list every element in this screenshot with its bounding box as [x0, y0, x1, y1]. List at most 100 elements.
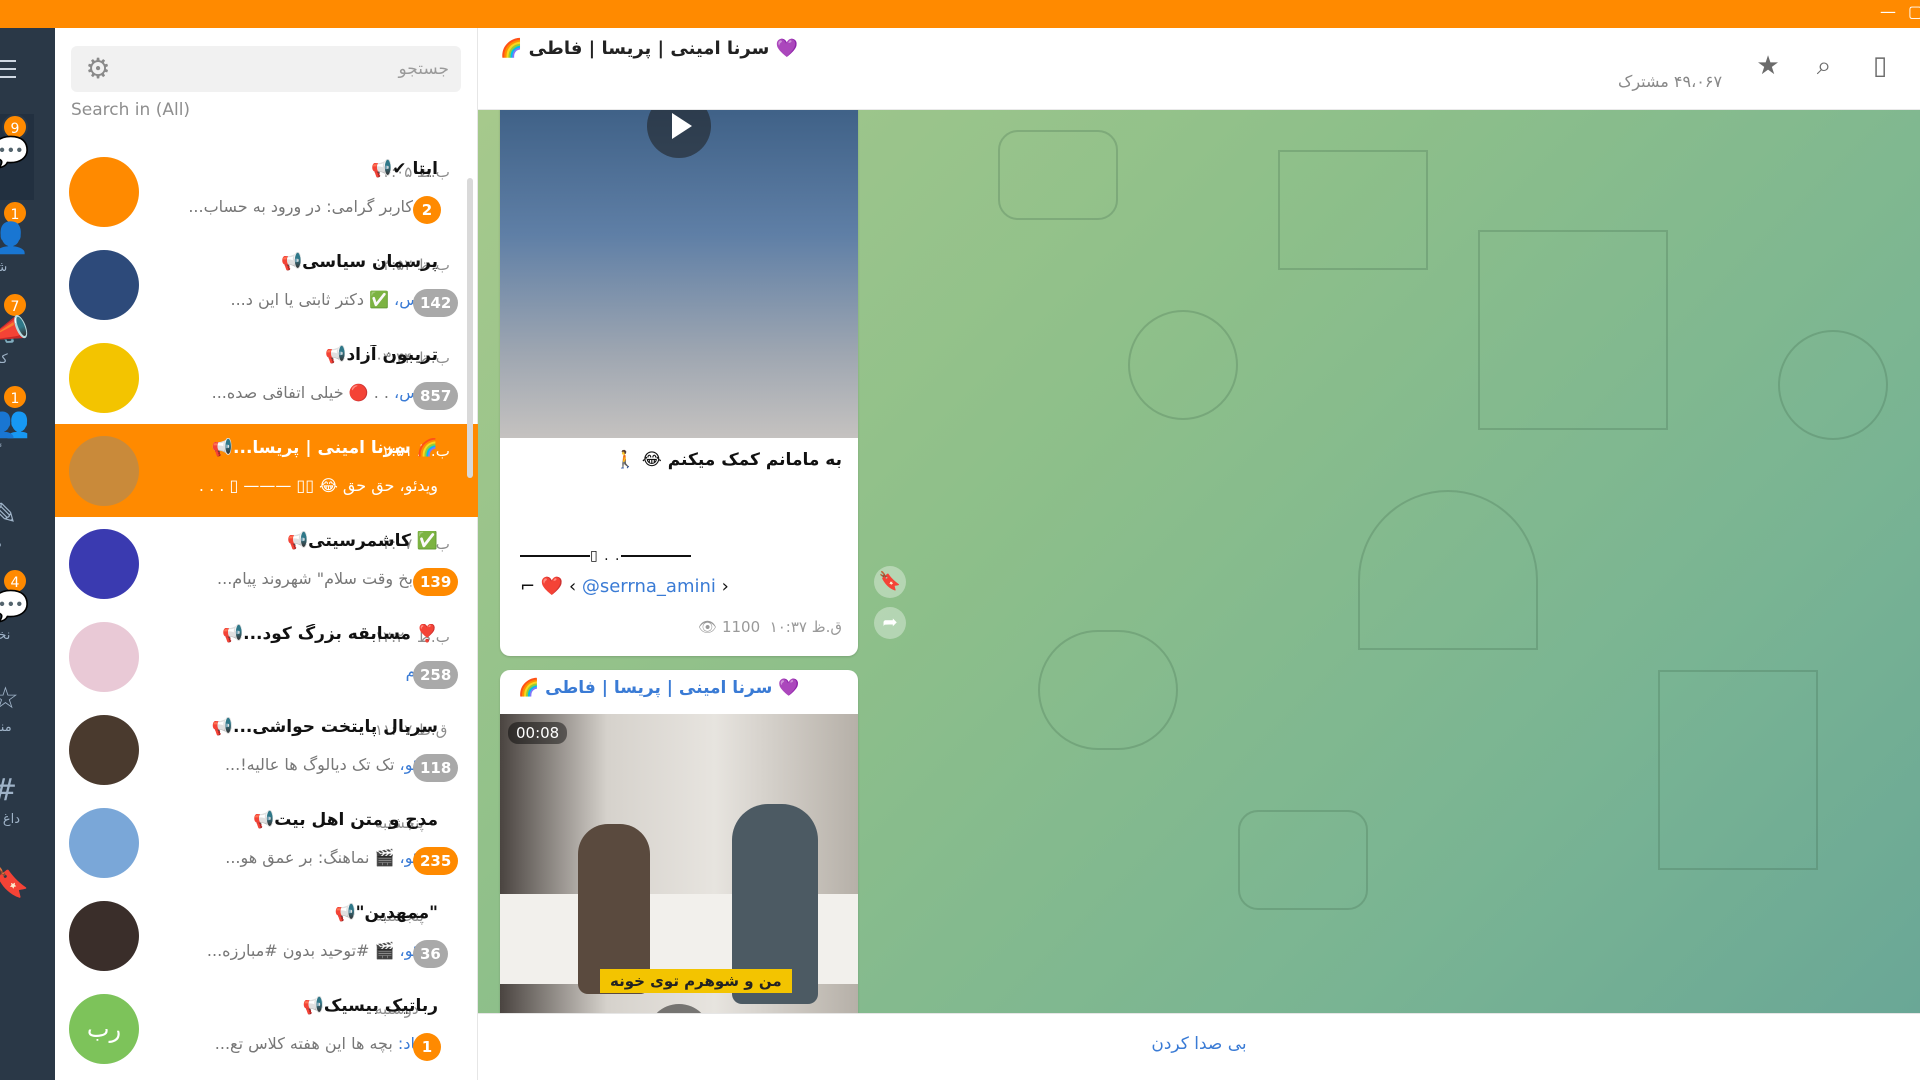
- bookmark-icon: 🔖: [0, 865, 30, 900]
- megaphone-icon: 📢: [325, 345, 347, 365]
- chat-preview: ویدئو، 🎬 #توحید بدون #مبارزه...: [206, 941, 438, 960]
- avatar: [69, 808, 139, 878]
- folder-0[interactable]: 1👤شخ: [0, 200, 34, 286]
- message-sender[interactable]: 💜 سرنا امینی | پریسا | فاطی 🌈: [518, 678, 799, 698]
- chat-title: سریال پایتخت حواشی...📢: [211, 717, 438, 737]
- chat-icon: 💬: [0, 589, 30, 624]
- unread-badge: 1: [413, 1033, 441, 1061]
- chat-title: ✅ کاشمرسیتی📢: [286, 531, 438, 551]
- chat-title: مدح و متن اهل بیت📢: [253, 810, 438, 830]
- chat-row[interactable]: ب.ظ ۰۳:۵۲پرسمان سیاسی📢عکس، ✅ دکتر ثابتی …: [55, 238, 478, 331]
- folder-2[interactable]: 1👥گر: [0, 384, 34, 470]
- mention-link[interactable]: @serrna_amini: [582, 576, 716, 597]
- search-icon[interactable]: ⌕: [1808, 50, 1840, 82]
- forward-icon[interactable]: ➦: [874, 607, 906, 639]
- message-meta: ق.ظ ۱۰:۳۷ 1100 👁: [698, 618, 842, 636]
- channel-title[interactable]: 💜 سرنا امینی | پریسا | فاطی 🌈: [500, 38, 798, 59]
- chat-row[interactable]: ربدوشنبهرباتیک بیسیک📢استاد: بچه ها این ه…: [55, 982, 478, 1075]
- unread-badge: 2: [413, 196, 441, 224]
- folder-label: منت: [0, 720, 12, 735]
- chat-preview: ⚠️ کاربر گرامی: در ورود به حساب...: [188, 197, 438, 216]
- mute-button[interactable]: بی صدا کردن: [478, 1034, 1920, 1054]
- chat-preview: استاد: بچه ها این هفته کلاس تع...: [214, 1034, 438, 1053]
- gear-icon[interactable]: ⚙: [83, 54, 113, 84]
- avatar: [69, 901, 139, 971]
- folder-rail: 9 💬 1👤شخ7📣کان1👥گر✎مد4💬نخوا☆منت#داغ تر🔖: [0, 28, 55, 1080]
- menu-icon[interactable]: [0, 60, 18, 84]
- avatar: [69, 157, 139, 227]
- chat-title: ❣️ مسابقه بزرگ کود...📢: [221, 624, 438, 644]
- chat-row[interactable]: ب.ظ ۰۴:۰۵ ایتا ✔📢 ⚠️ کاربر گرامی: در ورود …: [55, 145, 478, 238]
- chat-title: رباتیک بیسیک📢: [302, 996, 438, 1016]
- hash-icon: #: [0, 776, 17, 806]
- message-video-1[interactable]: به مامانم کمک میکنم 😂 🚶 ▯ . . ⌐ ❤️ ‹ @se…: [500, 110, 858, 656]
- message-signature: ⌐ ❤️ ‹ @serrna_amini ›: [520, 576, 729, 597]
- folder-label: شخ: [0, 260, 7, 275]
- bookmark-icon[interactable]: 🔖: [874, 566, 906, 598]
- title-bar: — ▢: [0, 0, 1920, 28]
- chat-preview: ویدئو، تک تک دیالوگ ها عالیه!...: [224, 755, 438, 774]
- folder-label: گر: [0, 444, 1, 459]
- video-thumbnail[interactable]: [500, 110, 858, 438]
- avatar: [69, 343, 139, 413]
- eye-icon: 👁: [698, 618, 718, 636]
- search-box: ⚙: [71, 46, 461, 92]
- search-input[interactable]: [119, 46, 449, 92]
- person-icon: 👤: [0, 221, 30, 256]
- unread-badge: 36: [413, 940, 448, 968]
- bottom-bar: بی صدا کردن: [478, 1013, 1920, 1080]
- chat-row[interactable]: ب.ظ ۱۲:۲۰❣️ مسابقه بزرگ کود...📢آلبوم258: [55, 610, 478, 703]
- minimize-button[interactable]: —: [1880, 4, 1896, 20]
- chat-preview: عکس، ✅ دکتر ثابتی یا این د...: [230, 290, 438, 309]
- chat-row[interactable]: ق.ظ ۱۱:۰۷سریال پایتخت حواشی...📢ویدئو، تک…: [55, 703, 478, 796]
- folder-4[interactable]: 4💬نخوا: [0, 568, 34, 654]
- doodle: [1478, 230, 1668, 430]
- folder-label: نخوا: [0, 628, 11, 643]
- scrollbar[interactable]: [467, 178, 473, 478]
- megaphone-icon: 📢: [221, 624, 244, 644]
- play-icon[interactable]: [647, 1004, 711, 1013]
- chat-sidebar: ⚙ Search in (All) ب.ظ ۰۴:۰۵ایتا ✔📢⚠️ کار…: [55, 28, 478, 1080]
- folder-1[interactable]: 7📣کان: [0, 292, 34, 378]
- folder-label: کان: [0, 352, 8, 367]
- doodle: [998, 130, 1118, 220]
- chat-row[interactable]: ب.ظ ۰۲:۵۱ 🌈 سرنا امینی | پریسا...📢 ویدئو، …: [55, 424, 478, 517]
- folder-3[interactable]: ✎ مد: [0, 476, 34, 562]
- avatar: [69, 622, 139, 692]
- folder-5[interactable]: ☆ منت: [0, 660, 34, 746]
- star-icon: ☆: [0, 681, 19, 716]
- message-decoration: ▯ . .: [520, 548, 691, 564]
- folder-6[interactable]: # داغ تر: [0, 752, 34, 838]
- play-icon[interactable]: [647, 110, 711, 158]
- chat-preview: آلبوم: [138, 662, 438, 681]
- megaphone-icon: 📢: [211, 717, 233, 737]
- maximize-button[interactable]: ▢: [1908, 4, 1920, 20]
- megaphone-icon: 📢: [302, 996, 324, 1016]
- avatar: [69, 436, 139, 506]
- megaphone-icon: 📢: [253, 810, 275, 830]
- chat-icon: 💬: [0, 135, 30, 170]
- chat-row[interactable]: ب.ظ ۰۲:۰۷ ✅ کاشمرسیتی📢 🔵 بخ وقت سلام" شهرو…: [55, 517, 478, 610]
- avatar: رب: [69, 994, 139, 1064]
- sidebar-toggle-icon[interactable]: ▯: [1864, 50, 1896, 82]
- unread-badge: 142: [413, 289, 459, 317]
- unread-badge: 258: [413, 661, 459, 689]
- folder-label: مد: [0, 536, 2, 551]
- folder-all[interactable]: 9 💬: [0, 114, 34, 200]
- chat-row[interactable]: پنجشنبه"ممهدین"📢ویدئو، 🎬 #توحید بدون #مب…: [55, 889, 478, 982]
- chat-row[interactable]: ب.ظ ۰۳:۴۴تریبون آزاد📢عکس، . . 🔴 خیلی اتف…: [55, 331, 478, 424]
- star-icon[interactable]: ★: [1752, 50, 1784, 82]
- message-video-2[interactable]: 💜 سرنا امینی | پریسا | فاطی 🌈 00:08 من و…: [500, 670, 858, 1013]
- chat-area: 💜 سرنا امینی | پریسا | فاطی 🌈 ۴۹،۰۶۷ مشت…: [478, 28, 1920, 1080]
- search-scope[interactable]: Search in (All): [71, 100, 190, 120]
- chat-title: "ممهدین"📢: [334, 903, 438, 923]
- edit-icon: ✎: [0, 497, 18, 532]
- doodle: [1278, 150, 1428, 270]
- megaphone-icon: 📢: [286, 531, 309, 551]
- chat-title: ایتا ✔📢: [371, 159, 438, 179]
- chat-row[interactable]: پنجشنبهمدح و متن اهل بیت📢ویدئو، 🎬 نماهنگ…: [55, 796, 478, 889]
- video-thumbnail[interactable]: 00:08 من و شوهرم توی خونه: [500, 714, 858, 1013]
- megaphone-icon: 📢: [334, 903, 356, 923]
- folder-7[interactable]: 🔖: [0, 844, 34, 930]
- group-icon: 👥: [0, 405, 30, 440]
